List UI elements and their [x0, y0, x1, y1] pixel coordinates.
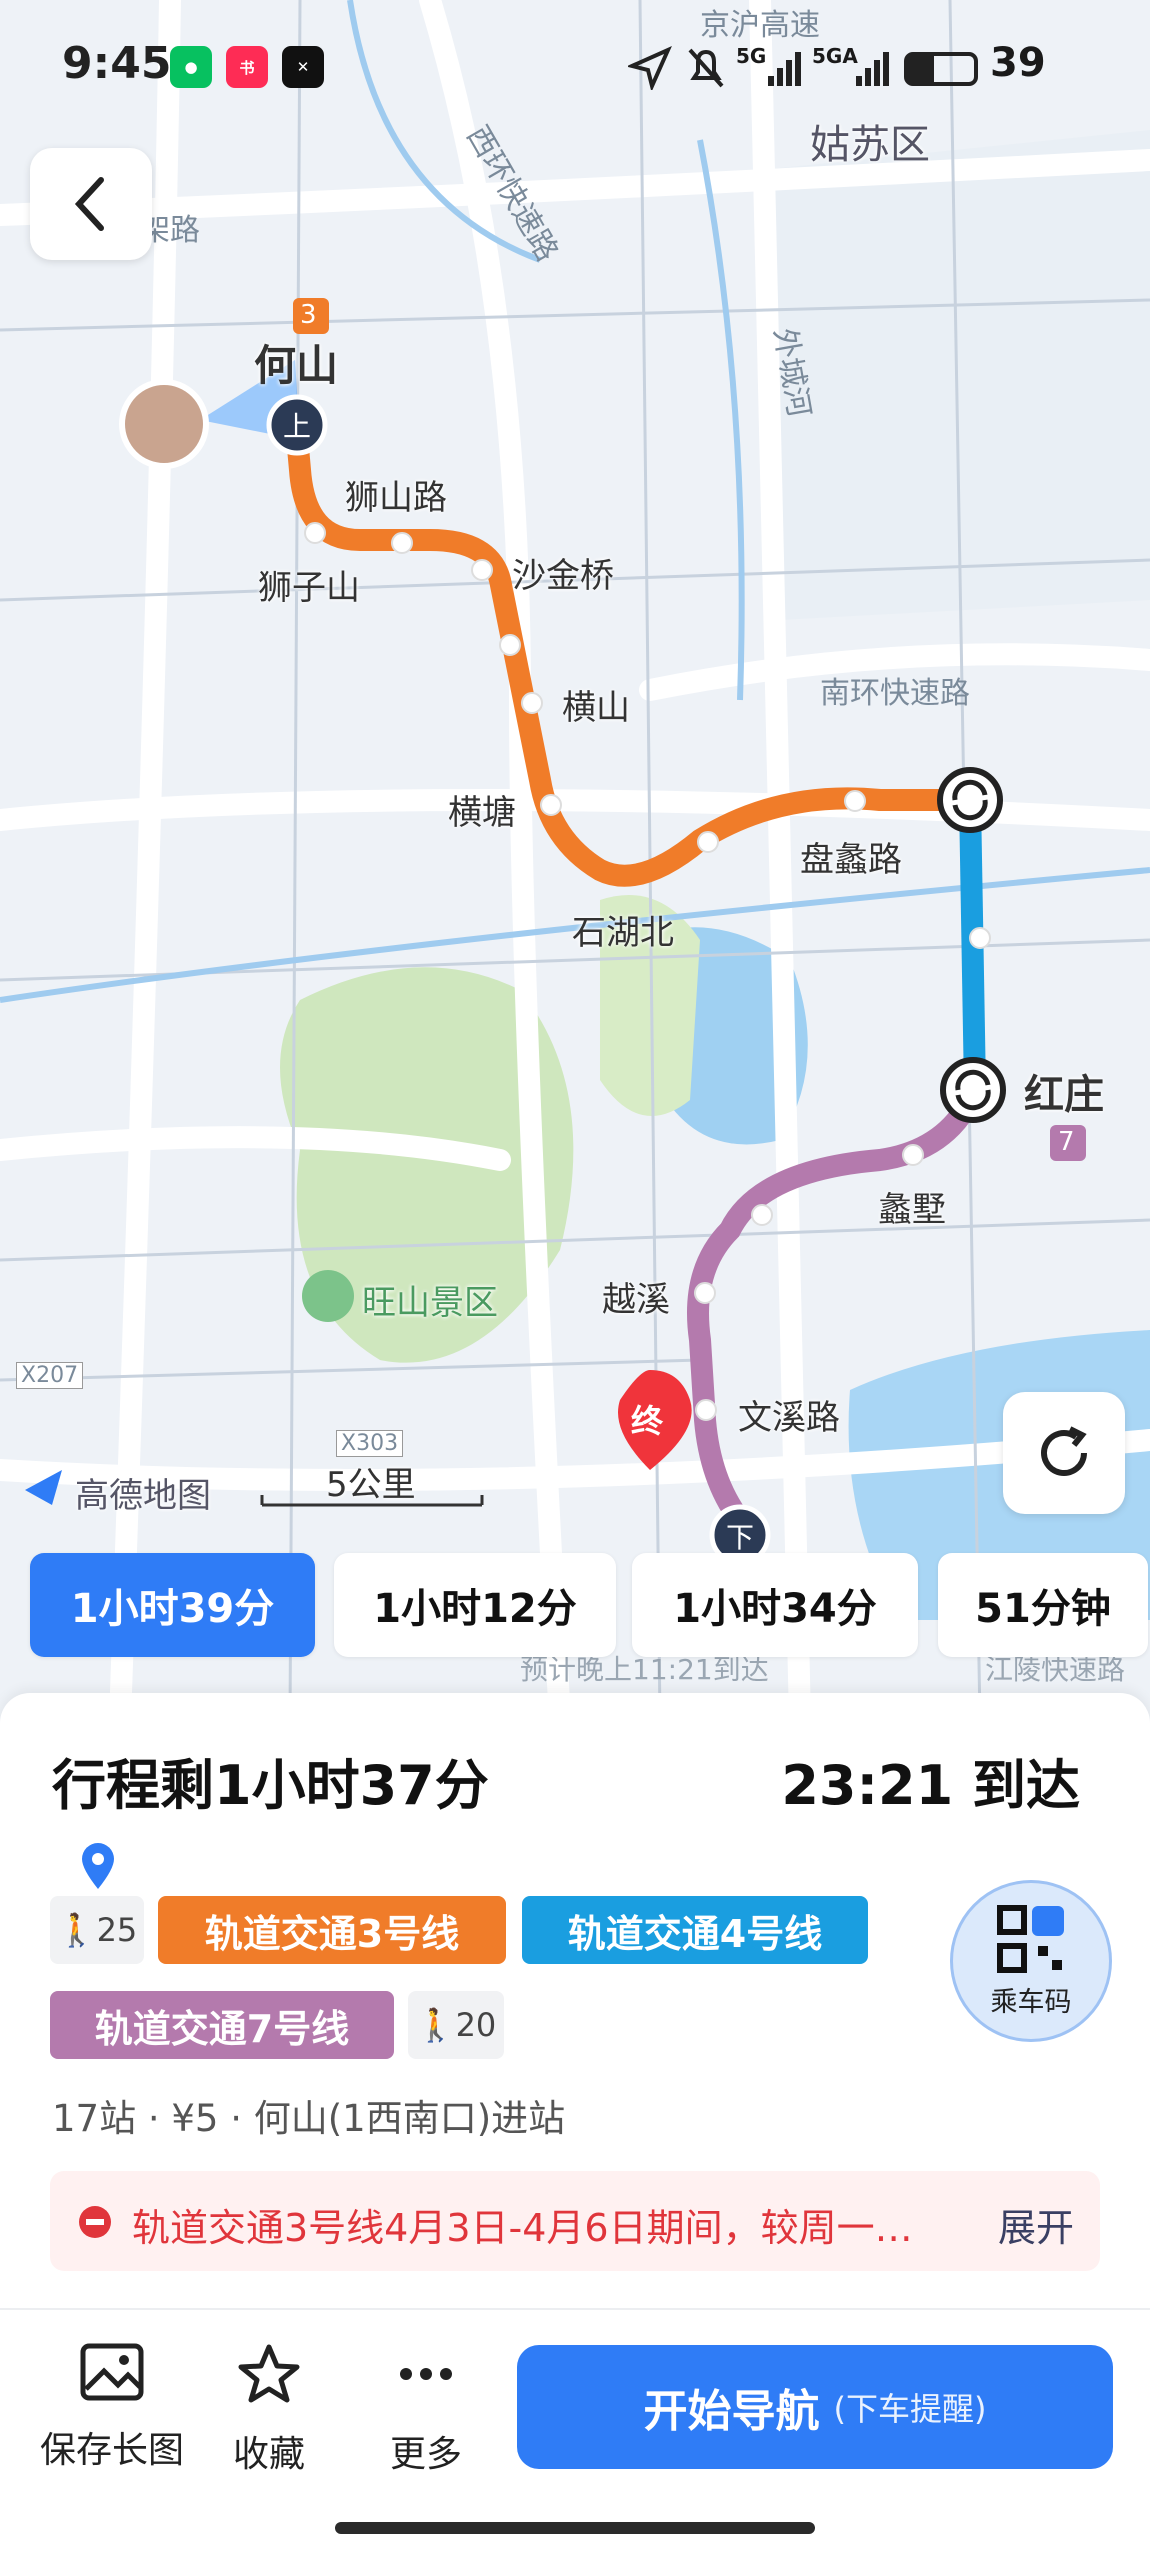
route-options: 1小时39分 1小时12分 1小时34分 51分钟 — [0, 1553, 1150, 1661]
road-label-4: 南环快速路 — [820, 676, 970, 711]
station-label: 红庄 — [1024, 1072, 1104, 1118]
route-tab-1[interactable]: 1小时39分 — [30, 1553, 315, 1657]
back-button[interactable] — [30, 148, 152, 260]
more-dots-icon — [400, 2368, 452, 2380]
qr-code-icon — [997, 1904, 1064, 1973]
road-label-7: X303 — [336, 1430, 404, 1457]
station-label: 越溪 — [602, 1280, 670, 1320]
scenic-label: 旺山景区 — [362, 1283, 498, 1323]
ride-code-label: 乘车码 — [990, 1986, 1072, 2018]
image-icon — [80, 2343, 144, 2401]
service-notice[interactable]: 轨道交通3号线4月3日-4月6日期间，较周一… 展开 — [50, 2171, 1100, 2271]
notice-expand[interactable]: 展开 — [998, 2197, 1074, 2252]
alert-minus-icon — [79, 2206, 111, 2238]
ride-code-button[interactable]: 乘车码 — [950, 1880, 1112, 2042]
location-arrow-icon — [628, 46, 672, 90]
status-bar: 9:45 ● 书 ✕ 5G 5GA 39 — [0, 0, 1150, 130]
route-tab-4[interactable]: 51分钟 — [938, 1553, 1148, 1657]
battery-icon — [904, 52, 978, 86]
station-label: 横塘 — [448, 793, 516, 833]
route-info: 17站 · ¥5 · 何山(1西南口)进站 — [52, 2097, 566, 2140]
route-tab-2[interactable]: 1小时12分 — [334, 1553, 616, 1657]
start-navigation-button[interactable]: 开始导航 (下车提醒) — [517, 2345, 1113, 2469]
route-tab-3[interactable]: 1小时34分 — [632, 1553, 918, 1657]
location-pin-icon — [82, 1843, 114, 1889]
screen: 姑苏区 京沪高速 西环快速路 外城河 南环快速路 高架路 X207 X303 何… — [0, 0, 1150, 2559]
station-label: 横山 — [562, 688, 630, 728]
signal-icon-1 — [768, 50, 802, 86]
transfer-icon-2 — [940, 1057, 1006, 1123]
walk-start-value: 25 — [96, 1911, 138, 1949]
save-image-button[interactable]: 保存长图 — [32, 2343, 192, 2473]
start-marker-label: 上 — [283, 410, 312, 443]
favorite-button[interactable]: 收藏 — [189, 2343, 349, 2477]
scale-label: 5公里 — [326, 1465, 416, 1505]
arrival-time: 23:21 到达 — [781, 1754, 1080, 1817]
signal-icon-2 — [856, 50, 890, 86]
line-3-badge: 3 — [300, 300, 317, 330]
mute-bell-icon — [688, 48, 724, 88]
segment-line-3[interactable]: 轨道交通3号线 — [158, 1896, 506, 1964]
walk-end-badge: 🚶 20 — [408, 1991, 504, 2059]
trip-remaining: 行程剩1小时37分 — [52, 1754, 489, 1817]
station-label: 盘蠡路 — [800, 840, 902, 880]
notice-text: 轨道交通3号线4月3日-4月6日期间，较周一… — [132, 2206, 913, 2250]
back-arrow-icon — [74, 177, 104, 231]
station-label: 文溪路 — [738, 1398, 840, 1438]
road-label-6: X207 — [16, 1362, 84, 1389]
segment-line-7[interactable]: 轨道交通7号线 — [50, 1991, 394, 2059]
scenic-icon — [302, 1270, 354, 1322]
network-label-1: 5G — [736, 44, 767, 68]
start-station-label: 何山 — [254, 341, 339, 390]
segment-line-4[interactable]: 轨道交通4号线 — [522, 1896, 868, 1964]
more-label: 更多 — [389, 2434, 462, 2475]
transfer-icon-1 — [937, 767, 1003, 833]
favorite-label: 收藏 — [232, 2434, 305, 2475]
station-label: 狮山路 — [345, 478, 447, 518]
wechat-icon: ● — [170, 46, 212, 88]
home-indicator[interactable] — [335, 2522, 815, 2534]
more-button[interactable]: 更多 — [346, 2343, 506, 2477]
nav-sub-label: (下车提醒) — [833, 2390, 987, 2428]
walk-icon: 🚶 — [415, 2006, 456, 2044]
battery-level: 39 — [990, 40, 1046, 86]
station-label: 狮子山 — [258, 568, 360, 608]
station-label: 沙金桥 — [512, 556, 614, 596]
network-label-2: 5GA — [812, 44, 858, 68]
divider — [0, 2308, 1150, 2310]
star-icon — [238, 2344, 300, 2403]
station-label: 石湖北 — [572, 913, 674, 953]
walk-start-badge: 🚶 25 — [50, 1896, 144, 1964]
status-time: 9:45 — [62, 38, 172, 89]
end-marker-label: 下 — [726, 1521, 755, 1554]
end-badge: 终 — [631, 1402, 664, 1440]
refresh-button[interactable] — [1003, 1392, 1125, 1514]
amap-logo: 高德地图 — [75, 1476, 211, 1516]
walk-end-value: 20 — [455, 2006, 497, 2044]
refresh-icon — [1041, 1426, 1087, 1476]
route-map[interactable]: 姑苏区 京沪高速 西环快速路 外城河 南环快速路 高架路 X207 X303 何… — [0, 0, 1150, 1720]
x-app-icon: ✕ — [282, 46, 324, 88]
walk-icon: 🚶 — [56, 1911, 97, 1949]
user-avatar — [119, 379, 209, 469]
xiaohongshu-icon: 书 — [226, 46, 268, 88]
line-7-badge: 7 — [1058, 1127, 1075, 1157]
station-label: 蠡墅 — [878, 1190, 946, 1230]
save-image-label: 保存长图 — [39, 2430, 184, 2471]
nav-main-label: 开始导航 — [643, 2386, 820, 2437]
map-canvas — [0, 0, 1150, 1720]
route-detail-sheet: 行程剩1小时37分 23:21 到达 🚶 25 轨道交通3号线 轨道交通4号线 轨… — [0, 1693, 1150, 2559]
